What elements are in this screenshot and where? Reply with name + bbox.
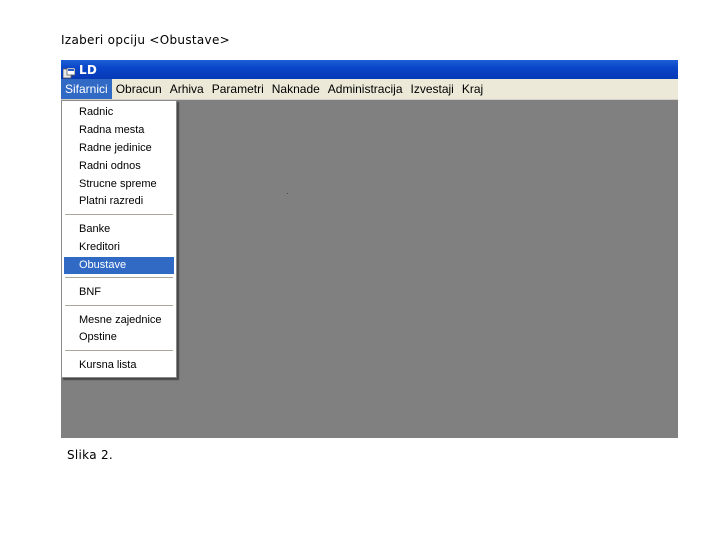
menu-izvestaji[interactable]: Izvestaji (407, 79, 458, 99)
menu-option-strucne-spreme[interactable]: Strucne spreme (64, 176, 174, 193)
sifarnici-dropdown-menu: Radnic Radna mesta Radne jedinice Radni … (61, 100, 177, 378)
menu-separator (65, 305, 173, 307)
menu-naknade[interactable]: Naknade (268, 79, 324, 99)
instruction-text: Izaberi opciju <Obustave> (61, 33, 230, 47)
menu-kraj[interactable]: Kraj (458, 79, 487, 99)
app-icon (62, 64, 76, 79)
menu-option-opstine[interactable]: Opstine (64, 329, 174, 346)
menu-option-banke[interactable]: Banke (64, 221, 174, 238)
menu-option-kreditori[interactable]: Kreditori (64, 239, 174, 256)
menu-arhiva[interactable]: Arhiva (166, 79, 208, 99)
menu-option-mesne-zajednice[interactable]: Mesne zajednice (64, 312, 174, 329)
menu-separator (65, 214, 173, 216)
menu-option-radne-jedinice[interactable]: Radne jedinice (64, 140, 174, 157)
menu-separator (65, 350, 173, 352)
menu-separator (65, 277, 173, 279)
menu-parametri[interactable]: Parametri (208, 79, 268, 99)
menu-option-bnf[interactable]: BNF (64, 284, 174, 301)
menu-option-radni-odnos[interactable]: Radni odnos (64, 158, 174, 175)
figure-caption: Slika 2. (67, 448, 114, 462)
menu-option-radnic[interactable]: Radnic (64, 104, 174, 121)
window-title: LD (79, 62, 98, 77)
menu-option-obustave[interactable]: Obustave (64, 257, 174, 274)
menu-administracija[interactable]: Administracija (324, 79, 407, 99)
title-bar: LD (61, 60, 678, 79)
stray-dot (287, 193, 288, 194)
menu-option-radna-mesta[interactable]: Radna mesta (64, 122, 174, 139)
menu-obracun[interactable]: Obracun (112, 79, 166, 99)
menu-sifarnici[interactable]: Sifarnici (61, 79, 112, 99)
menu-bar: Sifarnici Obracun Arhiva Parametri Nakna… (61, 79, 678, 100)
menu-option-kursna-lista[interactable]: Kursna lista (64, 357, 174, 374)
menu-option-platni-razredi[interactable]: Platni razredi (64, 193, 174, 210)
